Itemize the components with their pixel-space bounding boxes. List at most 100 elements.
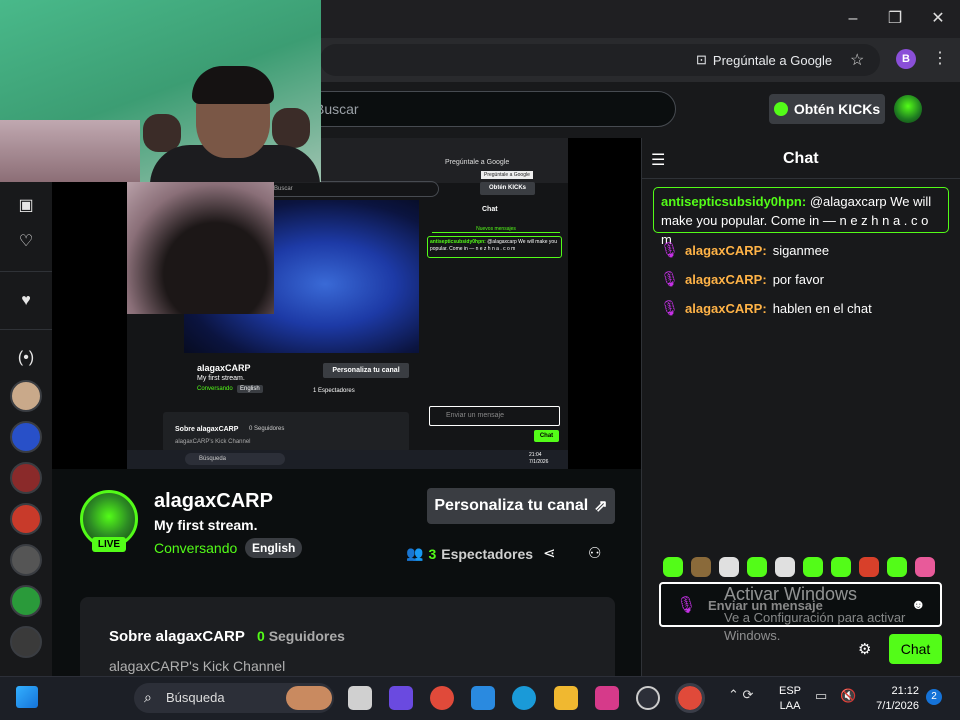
notification-badge[interactable]: 2 [926, 689, 942, 705]
user-avatar[interactable] [894, 95, 922, 123]
chat-title: Chat [783, 150, 819, 167]
system-tray[interactable]: ⌃ ⟳ [728, 687, 753, 703]
chrome-icon[interactable] [430, 686, 454, 710]
emote-icon[interactable] [915, 557, 935, 577]
language-indicator[interactable]: ESP LAA [779, 684, 801, 714]
pinned-message[interactable]: antisepticsubsidy0hpn: @alagaxcarp We wi… [653, 187, 949, 247]
live-badge: LIVE [92, 537, 126, 552]
chat-username[interactable]: alagaxCARP: [685, 243, 767, 258]
microphone-badge-icon: 🎙 [660, 242, 680, 259]
about-title: Sobre alagaxCARP [109, 628, 245, 645]
get-kicks-button[interactable]: Obtén KICKs [769, 94, 885, 124]
language-bottom: LAA [779, 700, 801, 712]
store-icon[interactable] [471, 686, 495, 710]
captured-clock-time: 21:04 [529, 452, 542, 458]
video-player[interactable]: Pregúntale a Google Pregúntale a Google … [52, 138, 641, 469]
instagram-icon[interactable] [595, 686, 619, 710]
send-chat-button[interactable]: Chat [889, 634, 942, 664]
browse-icon[interactable]: ▣ [14, 194, 38, 218]
start-menu-icon[interactable] [16, 686, 38, 708]
chat-message: 🎙 alagaxCARP: por favor [660, 270, 824, 288]
follow-user-icon[interactable]: ⚇ [588, 544, 601, 562]
stream-title: My first stream. [154, 517, 258, 533]
captured-search: Buscar [267, 181, 439, 197]
task-view-icon[interactable] [348, 686, 372, 710]
chat-username[interactable]: alagaxCARP: [685, 301, 767, 316]
network-icon[interactable]: ▭ [815, 688, 827, 704]
close-button[interactable]: ✕ [927, 8, 949, 30]
sidebar-channel-avatar[interactable] [10, 585, 42, 617]
clock-time: 21:12 [891, 685, 919, 697]
file-explorer-icon[interactable] [554, 686, 578, 710]
pinned-username[interactable]: antisepticsubsidy0hpn: [661, 194, 806, 209]
webcam-person-hair [192, 66, 274, 104]
sidebar-channel-avatar[interactable] [10, 462, 42, 494]
emote-icon[interactable] [803, 557, 823, 577]
viewers-icon: 👥 [406, 545, 424, 561]
customize-label: Personaliza tu canal [434, 497, 589, 514]
teams-icon[interactable] [389, 686, 413, 710]
followed-heart-icon[interactable]: ♥ [14, 289, 38, 313]
emote-icon[interactable] [747, 557, 767, 577]
viewer-count: 👥 3 Espectadores [406, 545, 533, 562]
followers-label: Seguidores [268, 628, 345, 644]
sidebar-channel-avatar[interactable] [10, 626, 42, 658]
bookmark-star-icon[interactable]: ☆ [850, 50, 864, 70]
external-link-icon: ⇗ [594, 498, 608, 515]
webcam-shelf [0, 120, 140, 182]
live-broadcast-icon[interactable]: (•) [14, 346, 38, 370]
chat-message: 🎙 alagaxCARP: hablen en el chat [660, 299, 872, 317]
emote-icon[interactable] [663, 557, 683, 577]
captured-chat-title: Chat [482, 206, 498, 213]
captured-chat-input: Enviar un mensaje [429, 406, 560, 426]
lens-icon: ⊡ [696, 52, 707, 67]
captured-about: Sobre alagaxCARP [175, 426, 239, 433]
emote-icon[interactable] [691, 557, 711, 577]
sidebar-channel-avatar[interactable] [10, 544, 42, 576]
search-icon: ⌕ [144, 689, 152, 705]
sidebar-channel-avatar[interactable] [10, 380, 42, 412]
minimize-button[interactable]: – [842, 8, 864, 30]
following-heart-icon[interactable]: ♡ [14, 230, 38, 254]
sidebar-channel-avatar[interactable] [10, 503, 42, 535]
captured-send: Chat [534, 430, 559, 442]
captured-viewers: 1 Espectadores [313, 388, 355, 394]
channel-description: alagaxCARP's Kick Channel [109, 658, 286, 674]
collapse-chat-icon[interactable]: ☰ [651, 150, 665, 170]
activate-windows-title: Activar Windows [724, 584, 858, 604]
emote-icon[interactable] [775, 557, 795, 577]
sidebar-divider [0, 329, 52, 330]
language-tag[interactable]: English [245, 538, 303, 558]
menu-kebab-icon[interactable]: ⋮ [932, 48, 948, 68]
profile-avatar[interactable]: B [896, 49, 916, 69]
search-highlight-image[interactable] [286, 686, 332, 710]
ask-google-label: Pregúntale a Google [712, 52, 833, 68]
captured-taskbar-search: Búsqueda [185, 453, 285, 465]
taskbar-clock[interactable]: 21:12 7/1/2026 [869, 684, 919, 714]
share-icon[interactable]: ⋖ [543, 544, 556, 562]
captured-pinned-message: antisepticsubsidy0hpn: @alagaxcarp We wi… [427, 236, 562, 258]
category-link[interactable]: Conversando [154, 540, 237, 556]
emote-icon[interactable] [859, 557, 879, 577]
search-input[interactable]: Buscar [300, 91, 676, 127]
chat-settings-gear-icon[interactable]: ⚙ [858, 640, 871, 658]
volume-muted-icon[interactable]: 🔇 [840, 688, 856, 704]
emote-icon[interactable] [887, 557, 907, 577]
captured-ask-google: Pregúntale a Google [445, 159, 510, 166]
customize-channel-button[interactable]: Personaliza tu canal ⇗ [427, 488, 615, 524]
channel-name[interactable]: alagaxCARP [154, 490, 273, 513]
sidebar-channel-avatar[interactable] [10, 421, 42, 453]
captured-tooltip: Pregúntale a Google [481, 171, 533, 179]
chat-username[interactable]: alagaxCARP: [685, 272, 767, 287]
maximize-button[interactable]: ❐ [884, 8, 906, 30]
emote-icon[interactable] [719, 557, 739, 577]
chrome-active-icon[interactable] [675, 683, 705, 713]
sidebar-divider [0, 271, 52, 272]
edge-icon[interactable] [512, 686, 536, 710]
emote-icon[interactable] [831, 557, 851, 577]
captured-followers: 0 Seguidores [249, 426, 285, 432]
ask-google-button[interactable]: ⊡ Pregúntale a Google [696, 50, 832, 70]
obs-icon[interactable] [636, 686, 660, 710]
captured-channel-name: alagaxCARP [197, 363, 251, 373]
webcam-overlay [0, 0, 321, 182]
